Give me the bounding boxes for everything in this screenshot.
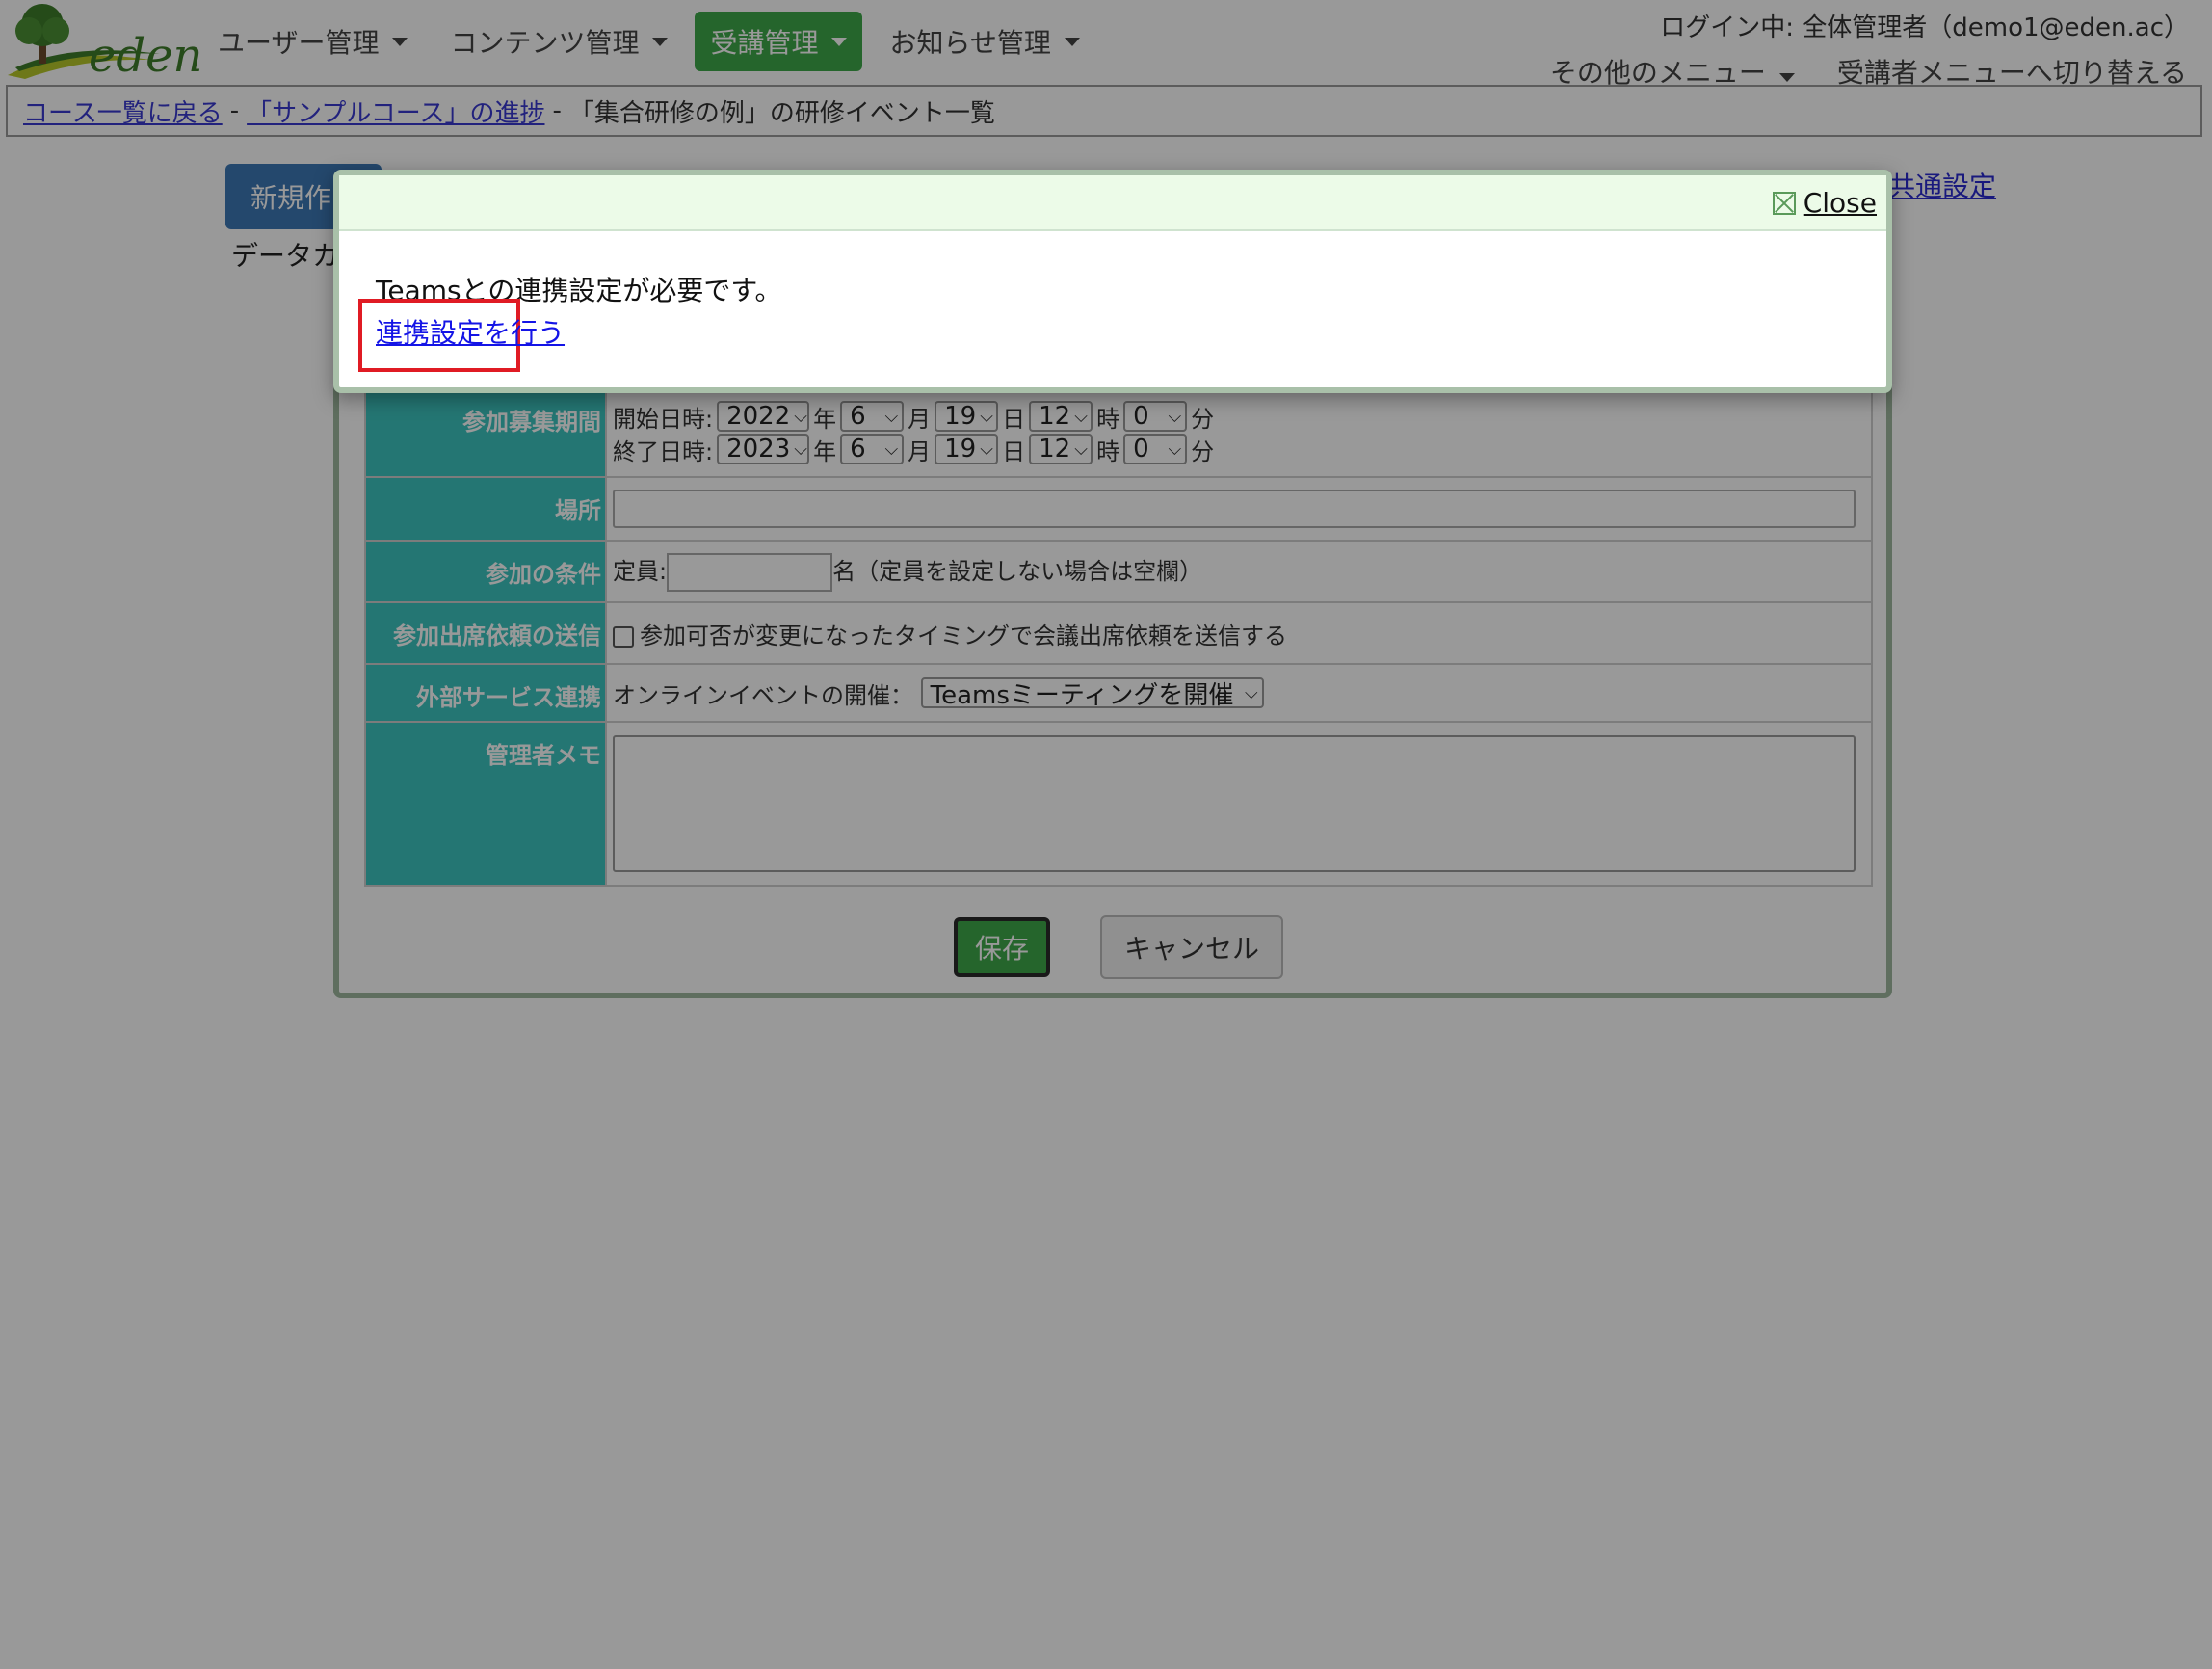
close-label: Close (1803, 187, 1877, 219)
close-icon (1772, 191, 1796, 215)
teams-integration-modal: Close Teamsとの連携設定が必要です。 連携設定を行う (333, 170, 1892, 393)
modal-header: Close (339, 175, 1886, 231)
integration-setup-link[interactable]: 連携設定を行う (376, 312, 565, 351)
close-button[interactable]: Close (1772, 187, 1877, 219)
